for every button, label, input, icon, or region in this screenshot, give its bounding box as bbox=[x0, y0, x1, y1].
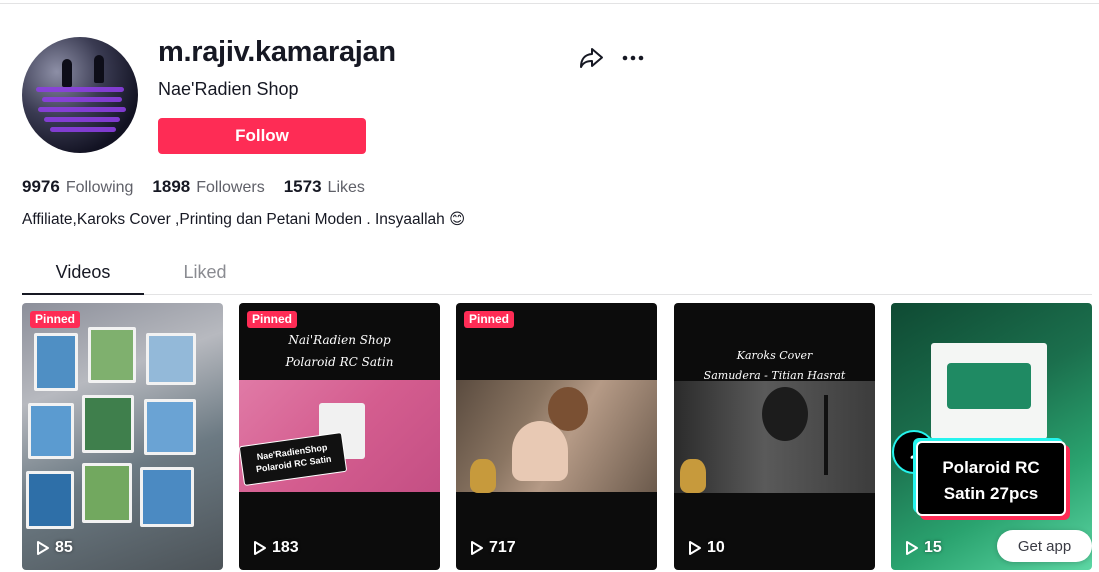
followers-stat[interactable]: 1898 Followers bbox=[152, 177, 264, 197]
play-icon bbox=[906, 541, 918, 555]
video-grid: Pinned 85 Nai'Radien Shop Polaroid RC Sa… bbox=[22, 303, 1093, 570]
video-card[interactable]: Pinned 85 bbox=[22, 303, 223, 570]
thumbnail-photo bbox=[82, 463, 132, 523]
tab-liked[interactable]: Liked bbox=[144, 262, 266, 283]
tab-videos[interactable]: Videos bbox=[22, 262, 144, 283]
username: m.rajiv.kamarajan bbox=[158, 36, 396, 68]
active-tab-indicator bbox=[22, 293, 144, 295]
play-icon bbox=[471, 541, 483, 555]
mic-stand bbox=[824, 395, 828, 475]
share-icon[interactable] bbox=[578, 46, 604, 70]
avatar-light-band bbox=[44, 117, 120, 122]
avatar-figure bbox=[62, 59, 72, 87]
view-count: 717 bbox=[470, 539, 516, 557]
video-card[interactable]: Pinned 717 bbox=[456, 303, 657, 570]
avatar-figure bbox=[94, 55, 104, 83]
thumbnail-photo bbox=[34, 333, 78, 391]
thumbnail-photo bbox=[144, 399, 196, 455]
view-count-value: 10 bbox=[707, 539, 725, 556]
avatar-light-band bbox=[38, 107, 126, 112]
promo-box: Polaroid RC Satin 27pcs bbox=[916, 441, 1066, 516]
followers-count: 1898 bbox=[152, 177, 191, 196]
nickname: Nae'Radien Shop bbox=[158, 79, 299, 99]
thumbnail-photo bbox=[26, 471, 74, 529]
get-app-button[interactable]: Get app bbox=[997, 530, 1092, 562]
thumbnail-photo bbox=[140, 467, 194, 527]
promo-line-1: Polaroid RC bbox=[942, 458, 1040, 477]
video-overlay-subtitle: Polaroid RC Satin bbox=[285, 355, 394, 369]
following-stat[interactable]: 9976 Following bbox=[22, 177, 133, 197]
followers-label: Followers bbox=[196, 179, 265, 196]
follow-button[interactable]: Follow bbox=[158, 118, 366, 154]
top-divider bbox=[0, 3, 1099, 4]
promo-line-2: Satin 27pcs bbox=[943, 484, 1039, 503]
view-count-value: 15 bbox=[924, 539, 942, 556]
view-count: 10 bbox=[688, 539, 725, 557]
guitar-sticker bbox=[680, 459, 706, 493]
view-count-value: 717 bbox=[489, 539, 516, 556]
following-label: Following bbox=[65, 179, 134, 196]
video-card[interactable]: Karoks Cover Samudera - Titian Hasrat 10 bbox=[674, 303, 875, 570]
video-card[interactable]: ♪ Polaroid RC Satin 27pcs 15 Get app bbox=[891, 303, 1092, 570]
guitar-sticker bbox=[470, 459, 496, 493]
view-count-value: 85 bbox=[55, 539, 73, 556]
more-icon[interactable] bbox=[620, 48, 646, 68]
play-icon bbox=[37, 541, 49, 555]
play-icon bbox=[689, 541, 701, 555]
profile-stats: 9976 Following 1898 Followers 1573 Likes bbox=[22, 177, 384, 197]
avatar-light-band bbox=[50, 127, 116, 132]
likes-stat: 1573 Likes bbox=[284, 177, 365, 197]
pinned-badge: Pinned bbox=[247, 311, 298, 328]
product-logo bbox=[947, 363, 1031, 409]
avatar-light-band bbox=[36, 87, 124, 92]
thumbnail-child bbox=[512, 421, 568, 481]
thumbnail-photo bbox=[28, 403, 74, 459]
view-count: 85 bbox=[36, 539, 73, 557]
thumbnail-photo bbox=[88, 327, 136, 383]
profile-tabs: Videos Liked bbox=[22, 258, 1092, 295]
thumbnail-face bbox=[762, 387, 808, 441]
likes-label: Likes bbox=[327, 179, 365, 196]
thumbnail-photo bbox=[82, 395, 134, 453]
pinned-badge: Pinned bbox=[464, 311, 515, 328]
view-count-value: 183 bbox=[272, 539, 299, 556]
likes-count: 1573 bbox=[283, 177, 322, 196]
view-count: 183 bbox=[253, 539, 299, 557]
view-count: 15 bbox=[905, 539, 942, 557]
bio: Affiliate,Karoks Cover ,Printing dan Pet… bbox=[22, 211, 466, 228]
avatar-light-band bbox=[42, 97, 122, 102]
video-overlay-title: Nai'Radien Shop bbox=[288, 333, 391, 347]
avatar[interactable] bbox=[22, 37, 138, 153]
video-overlay-title: Karoks Cover bbox=[736, 349, 813, 362]
thumbnail-photo bbox=[146, 333, 196, 385]
pinned-badge: Pinned bbox=[30, 311, 81, 328]
following-count: 9976 bbox=[22, 177, 60, 196]
play-icon bbox=[254, 541, 266, 555]
video-card[interactable]: Nai'Radien Shop Polaroid RC Satin Nae'Ra… bbox=[239, 303, 440, 570]
